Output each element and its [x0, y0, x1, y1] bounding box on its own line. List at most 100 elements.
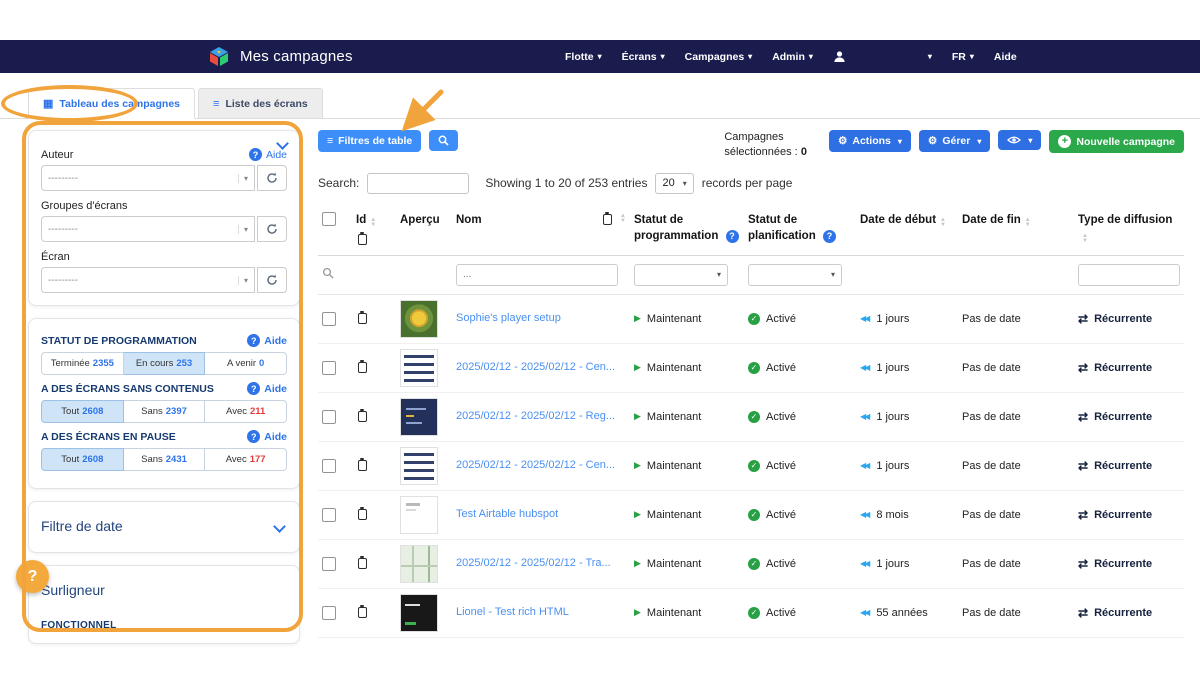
campaign-name-link[interactable]: 2025/02/12 - 2025/02/12 - Tra... — [456, 556, 611, 571]
date-debut-value: 1 jours — [876, 362, 909, 374]
stat-button-sans-contenus[interactable]: Sans2397 — [124, 400, 206, 423]
tab-liste-des-ecrans[interactable]: ≡ Liste des écrans — [198, 88, 323, 119]
question-icon[interactable]: ? — [823, 230, 836, 243]
ecran-select[interactable]: ---------▾ — [41, 267, 255, 293]
thumbnail[interactable] — [400, 447, 438, 485]
highlighter-title: Surligneur — [41, 582, 105, 598]
refresh-groupes-button[interactable] — [257, 216, 287, 242]
header-type-diffusion[interactable]: Type de diffusion▲▼ — [1074, 212, 1184, 244]
row-checkbox[interactable] — [322, 312, 336, 326]
sort-icon[interactable]: ▲▼ — [940, 218, 946, 228]
type-diffusion-filter-input[interactable] — [1078, 264, 1180, 286]
user-dropdown-caret[interactable]: ▾ — [928, 52, 932, 61]
user-menu[interactable] — [833, 50, 846, 63]
help-link-sans-contenus[interactable]: ?Aide — [247, 382, 287, 395]
stat-button-en-cours[interactable]: En cours253 — [124, 352, 206, 375]
nav-item-admin[interactable]: Admin▾ — [772, 51, 813, 63]
statut-programmation-filter-select[interactable]: ▾ — [634, 264, 728, 286]
question-icon[interactable]: ? — [726, 230, 739, 243]
copy-id-button[interactable] — [356, 360, 369, 375]
thumbnail[interactable] — [400, 300, 438, 338]
check-circle-icon: ✓ — [748, 411, 760, 423]
sort-icon[interactable]: ▲▼ — [1025, 218, 1031, 228]
refresh-ecran-button[interactable] — [257, 267, 287, 293]
nom-filter-input[interactable] — [456, 264, 618, 286]
page-size-select[interactable]: 20 ▾ — [655, 173, 693, 194]
campaign-name-link[interactable]: Lionel - Test rich HTML — [456, 605, 569, 620]
thumbnail[interactable] — [400, 545, 438, 583]
table-row: 2025/02/12 - 2025/02/12 - Cen... ▶Mainte… — [318, 344, 1184, 393]
header-date-debut[interactable]: Date de début▲▼ — [856, 212, 958, 228]
auteur-select[interactable]: ---------▾ — [41, 165, 255, 191]
thumbnail[interactable] — [400, 349, 438, 387]
stat-button-terminee[interactable]: Terminée2355 — [41, 352, 124, 375]
sort-icon[interactable]: ▲▼ — [620, 214, 626, 224]
header-id[interactable]: Id▲▼ — [352, 212, 396, 247]
sort-icon[interactable]: ▲▼ — [1082, 234, 1088, 244]
brand[interactable]: Mes campagnes — [208, 46, 353, 68]
copy-id-button[interactable] — [356, 458, 369, 473]
new-campaign-button[interactable]: + Nouvelle campagne — [1049, 130, 1184, 153]
filter-lines-icon: ≡ — [327, 135, 333, 147]
nav-item-campagnes[interactable]: Campagnes▾ — [685, 51, 753, 63]
campaign-name-link[interactable]: 2025/02/12 - 2025/02/12 - Cen... — [456, 360, 615, 375]
copy-ids-button[interactable] — [356, 232, 369, 247]
stat-button-tout-pause[interactable]: Tout2608 — [41, 448, 124, 471]
refresh-auteur-button[interactable] — [257, 165, 287, 191]
help-bubble-button[interactable]: ? — [16, 560, 49, 593]
row-checkbox[interactable] — [322, 361, 336, 375]
row-checkbox[interactable] — [322, 557, 336, 571]
thumbnail[interactable] — [400, 594, 438, 632]
header-statut-planification: Statut de planification ? — [744, 212, 856, 244]
campaign-name-link[interactable]: 2025/02/12 - 2025/02/12 - Cen... — [456, 458, 615, 473]
groupes-ecrans-select[interactable]: ---------▾ — [41, 216, 255, 242]
rewind-icon: ◀◀ — [860, 314, 868, 323]
main-content: ≡ Filtres de table Campagnes sélectionné… — [318, 130, 1184, 638]
help-link-en-pause[interactable]: ?Aide — [247, 430, 287, 443]
copy-id-button[interactable] — [356, 605, 369, 620]
nav-item-language[interactable]: FR▾ — [952, 51, 974, 63]
header-nom[interactable]: Nom ▲▼ — [452, 212, 630, 228]
filter-panel-selects: Auteur ? Aide ---------▾ Groupes d'écran… — [28, 130, 300, 306]
statut-planification-filter-select[interactable]: ▾ — [748, 264, 842, 286]
row-checkbox[interactable] — [322, 508, 336, 522]
campaign-name-link[interactable]: Sophie's player setup — [456, 311, 561, 326]
copy-names-button[interactable] — [601, 212, 614, 227]
nav-item-help[interactable]: Aide — [994, 51, 1017, 63]
stat-button-a-venir[interactable]: A venir0 — [205, 352, 287, 375]
actions-button[interactable]: ⚙ Actions ▾ — [829, 130, 911, 152]
clipboard-icon — [358, 558, 367, 569]
search-button[interactable] — [429, 130, 458, 151]
table-search-input[interactable] — [367, 173, 469, 194]
help-link-auteur[interactable]: ? Aide — [249, 148, 287, 161]
nav-item-ecrans[interactable]: Écrans▾ — [622, 51, 665, 63]
stat-button-avec-contenus[interactable]: Avec211 — [205, 400, 287, 423]
row-checkbox[interactable] — [322, 459, 336, 473]
refresh-icon — [266, 223, 278, 235]
visibility-button[interactable]: ▾ — [998, 130, 1041, 150]
campaign-name-link[interactable]: 2025/02/12 - 2025/02/12 - Reg... — [456, 409, 615, 424]
header-date-fin[interactable]: Date de fin▲▼ — [958, 212, 1074, 228]
tab-tableau-des-campagnes[interactable]: ▦ Tableau des campagnes — [28, 88, 195, 119]
thumbnail[interactable] — [400, 398, 438, 436]
nav-item-flotte[interactable]: Flotte▾ — [565, 51, 602, 63]
copy-id-button[interactable] — [356, 311, 369, 326]
row-checkbox[interactable] — [322, 410, 336, 424]
thumbnail[interactable] — [400, 496, 438, 534]
date-debut-value: 1 jours — [876, 313, 909, 325]
sort-icon[interactable]: ▲▼ — [370, 218, 376, 228]
copy-id-button[interactable] — [356, 409, 369, 424]
chevron-down-icon[interactable] — [273, 520, 286, 533]
help-link-programmation[interactable]: ?Aide — [247, 334, 287, 347]
select-all-checkbox[interactable] — [322, 212, 336, 226]
chevron-down-icon: ▾ — [238, 276, 248, 285]
campaign-name-link[interactable]: Test Airtable hubspot — [456, 507, 558, 522]
copy-id-button[interactable] — [356, 556, 369, 571]
row-checkbox[interactable] — [322, 606, 336, 620]
manage-button[interactable]: ⚙ Gérer ▾ — [919, 130, 990, 152]
stat-button-tout-contenus[interactable]: Tout2608 — [41, 400, 124, 423]
stat-button-avec-pause[interactable]: Avec177 — [205, 448, 287, 471]
copy-id-button[interactable] — [356, 507, 369, 522]
table-filters-button[interactable]: ≡ Filtres de table — [318, 130, 421, 152]
stat-button-sans-pause[interactable]: Sans2431 — [124, 448, 206, 471]
